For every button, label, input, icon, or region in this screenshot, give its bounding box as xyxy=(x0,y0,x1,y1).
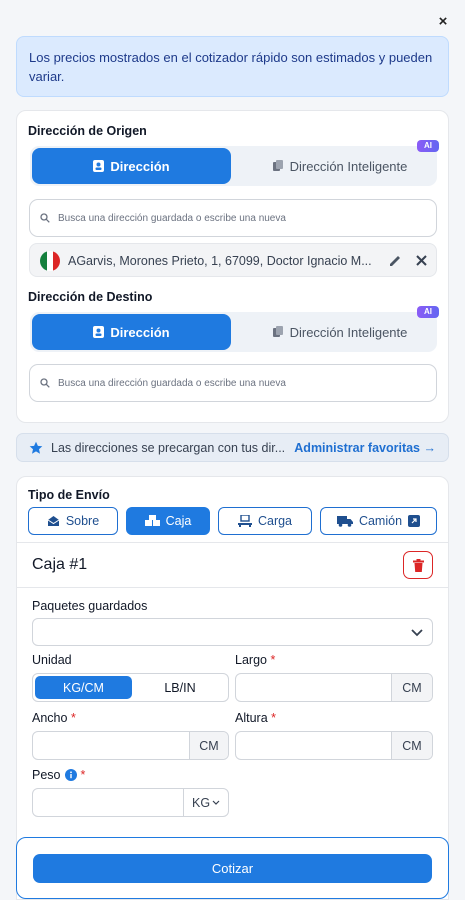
destination-ai-badge: AI xyxy=(417,306,439,318)
pallet-icon xyxy=(237,515,252,527)
copy-icon xyxy=(272,160,283,171)
star-icon xyxy=(29,441,43,454)
trash-icon xyxy=(412,558,424,572)
required-mark: * xyxy=(70,711,76,725)
shipping-type-carga[interactable]: Carga xyxy=(218,507,312,535)
info-icon[interactable] xyxy=(64,769,77,781)
destination-tab-direccion-label: Dirección xyxy=(110,324,170,340)
origin-tab-direccion[interactable]: Dirección xyxy=(32,148,231,184)
largo-label: Largo * xyxy=(235,653,275,667)
origin-search-placeholder: Busca una dirección guardada o escribe u… xyxy=(58,212,286,224)
origin-ai-badge: AI xyxy=(417,140,439,152)
remove-address-icon[interactable] xyxy=(416,255,427,266)
delete-box-button[interactable] xyxy=(403,551,433,579)
unit-label: Unidad xyxy=(32,653,72,667)
contact-card-icon xyxy=(93,326,105,338)
destination-search-placeholder: Busca una dirección guardada o escribe u… xyxy=(58,377,286,389)
origin-tab-inteligente[interactable]: Dirección Inteligente xyxy=(245,148,435,184)
altura-unit: CM xyxy=(391,732,432,759)
destination-tab-inteligente-label: Dirección Inteligente xyxy=(289,324,408,340)
largo-label-text: Largo xyxy=(235,653,267,667)
shipping-type-camion[interactable]: Camión xyxy=(320,507,437,535)
largo-input[interactable]: CM xyxy=(235,673,433,702)
unit-option-kgcm[interactable]: KG/CM xyxy=(35,676,132,699)
shipping-type-caja-label: Caja xyxy=(165,514,192,528)
ancho-input[interactable]: CM xyxy=(32,731,229,760)
shipping-type-carga-label: Carga xyxy=(257,514,293,528)
contact-card-icon xyxy=(93,160,105,172)
destination-title: Dirección de Destino xyxy=(28,290,153,304)
copy-icon xyxy=(272,326,283,337)
destination-tab-direccion[interactable]: Dirección xyxy=(32,314,231,350)
shipping-type-caja[interactable]: Caja xyxy=(126,507,210,535)
price-disclaimer-banner: Los precios mostrados en el cotizador rá… xyxy=(16,36,449,97)
saved-packages-label: Paquetes guardados xyxy=(32,599,148,613)
ancho-label-text: Ancho xyxy=(32,711,68,725)
ancho-unit: CM xyxy=(189,732,228,759)
origin-mode-toggle: Dirección Dirección Inteligente AI xyxy=(30,140,439,186)
destination-mode-toggle: Dirección Dirección Inteligente AI xyxy=(30,306,439,352)
boxes-icon xyxy=(144,515,160,526)
edit-pencil-icon[interactable] xyxy=(389,254,402,267)
external-link-icon xyxy=(408,515,421,527)
destination-search-input[interactable]: Busca una dirección guardada o escribe u… xyxy=(29,364,437,402)
required-mark: * xyxy=(80,768,86,782)
divider xyxy=(16,542,449,543)
unit-option-lbin[interactable]: LB/IN xyxy=(132,676,228,699)
altura-label: Altura * xyxy=(235,711,276,725)
divider xyxy=(16,587,449,588)
shipping-type-sobre[interactable]: Sobre xyxy=(28,507,118,535)
destination-tab-inteligente[interactable]: Dirección Inteligente xyxy=(245,314,435,350)
origin-tab-inteligente-label: Dirección Inteligente xyxy=(289,158,408,174)
saved-packages-select[interactable] xyxy=(32,618,433,646)
shipping-type-title: Tipo de Envío xyxy=(28,488,110,502)
chevron-down-icon xyxy=(411,629,423,637)
mexico-flag-icon xyxy=(40,251,60,271)
peso-input[interactable]: KG xyxy=(32,788,229,817)
box-title: Caja #1 xyxy=(32,556,88,573)
altura-input[interactable]: CM xyxy=(235,731,433,760)
peso-unit-select[interactable]: KG xyxy=(183,789,228,816)
required-mark: * xyxy=(271,711,277,725)
envelope-icon xyxy=(47,516,60,526)
favorites-text: Las direcciones se precargan con tus dir… xyxy=(51,440,286,455)
origin-selected-address: AGarvis, Morones Prieto, 1, 67099, Docto… xyxy=(29,243,437,277)
truck-icon xyxy=(336,516,353,527)
manage-favorites-link[interactable]: Administrar favoritas → xyxy=(294,441,436,455)
chevron-down-icon xyxy=(212,800,220,805)
origin-tab-direccion-label: Dirección xyxy=(110,158,170,174)
altura-label-text: Altura xyxy=(235,711,268,725)
largo-unit: CM xyxy=(391,674,432,701)
search-icon xyxy=(40,378,50,388)
required-mark: * xyxy=(270,653,276,667)
close-icon[interactable]: × xyxy=(434,13,452,31)
shipping-type-camion-label: Camión xyxy=(358,514,403,528)
search-icon xyxy=(40,213,50,223)
shipping-type-sobre-label: Sobre xyxy=(65,514,100,528)
quote-footer: Cotizar xyxy=(16,837,449,899)
ancho-label: Ancho * xyxy=(32,711,76,725)
peso-unit-value: KG xyxy=(192,795,211,810)
origin-address-text: AGarvis, Morones Prieto, 1, 67099, Docto… xyxy=(68,254,372,268)
favorites-info-bar: Las direcciones se precargan con tus dir… xyxy=(16,433,449,462)
origin-title: Dirección de Origen xyxy=(28,124,147,138)
cotizar-button[interactable]: Cotizar xyxy=(33,854,432,883)
disclaimer-text: Los precios mostrados en el cotizador rá… xyxy=(29,50,433,84)
peso-label: Peso * xyxy=(32,768,85,782)
unit-toggle: KG/CM LB/IN xyxy=(32,673,229,702)
peso-label-text: Peso xyxy=(32,768,61,782)
origin-search-input[interactable]: Busca una dirección guardada o escribe u… xyxy=(29,199,437,237)
